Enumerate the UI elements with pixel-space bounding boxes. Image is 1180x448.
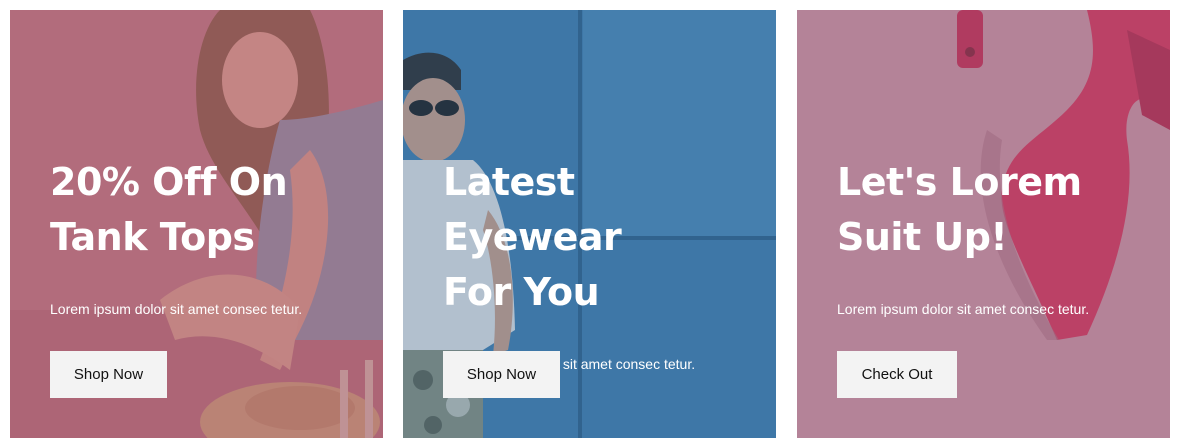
card-content: 20% Off On Tank Tops Lorem ipsum dolor s… <box>50 155 370 317</box>
card-title-line2: Tank Tops <box>50 215 255 259</box>
card-title-line1: Let's Lorem <box>837 160 1082 204</box>
promo-card-eyewear[interactable]: Latest Eyewear For You Lorem ipsum dolor… <box>403 10 776 438</box>
shop-now-button[interactable]: Shop Now <box>50 351 167 398</box>
card-title-line1: 20% Off On <box>50 160 288 204</box>
card-content: Let's Lorem Suit Up! Lorem ipsum dolor s… <box>837 155 1157 317</box>
card-title: Let's Lorem Suit Up! <box>837 155 1157 265</box>
check-out-button[interactable]: Check Out <box>837 351 957 398</box>
promo-banner-row: 20% Off On Tank Tops Lorem ipsum dolor s… <box>0 0 1180 448</box>
card-title-line2: Suit Up! <box>837 215 1008 259</box>
card-title-line2: For You <box>443 270 600 314</box>
card-subtitle: Lorem ipsum dolor sit amet consec tetur. <box>837 301 1090 317</box>
card-title: 20% Off On Tank Tops <box>50 155 370 265</box>
promo-card-suit-up[interactable]: Let's Lorem Suit Up! Lorem ipsum dolor s… <box>797 10 1170 438</box>
promo-card-tank-tops[interactable]: 20% Off On Tank Tops Lorem ipsum dolor s… <box>10 10 383 438</box>
shop-now-button[interactable]: Shop Now <box>443 351 560 398</box>
card-title: Latest Eyewear For You <box>443 155 763 320</box>
card-title-line1: Latest Eyewear <box>443 160 622 259</box>
card-content: Latest Eyewear For You Lorem ipsum dolor… <box>443 155 763 372</box>
card-subtitle: Lorem ipsum dolor sit amet consec tetur. <box>50 301 303 317</box>
